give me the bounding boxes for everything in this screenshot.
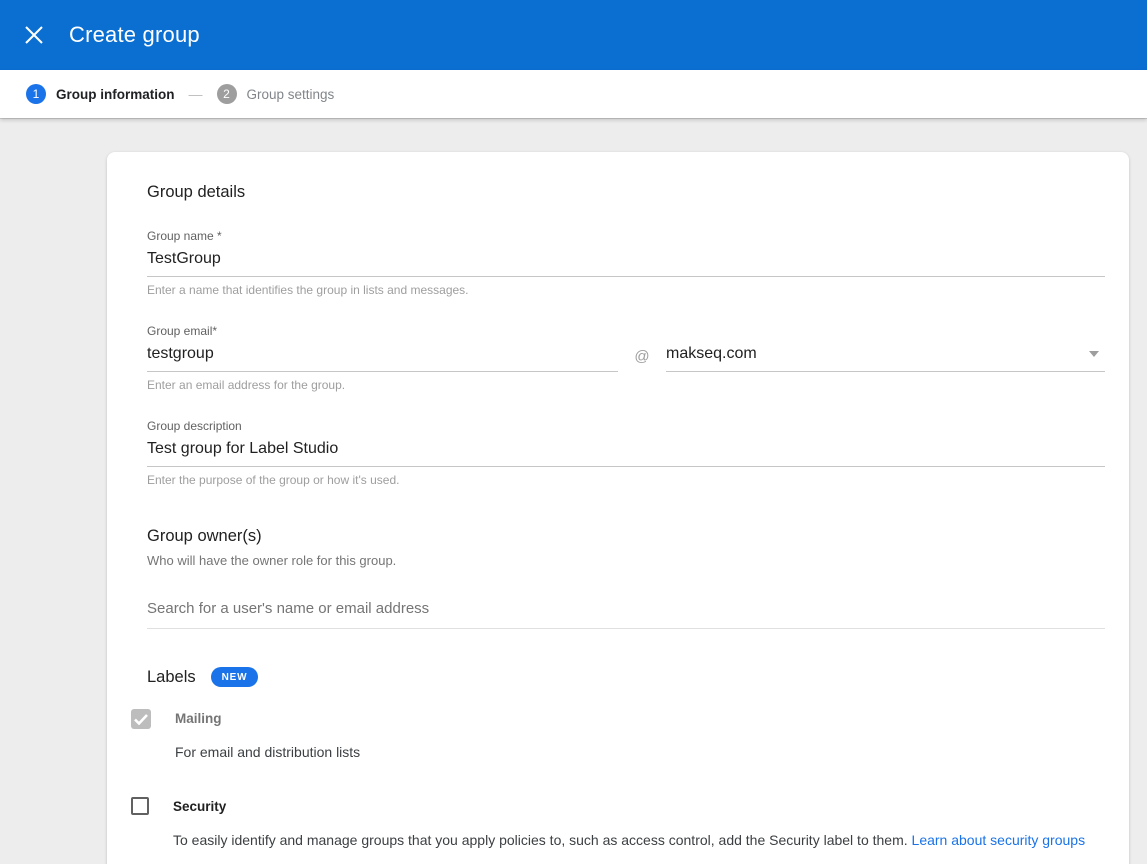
security-description: To easily identify and manage groups tha…: [173, 830, 1105, 850]
group-owners-section: Group owner(s) Who will have the owner r…: [147, 527, 1105, 629]
group-description-label: Group description: [147, 419, 1105, 433]
group-form-card: Group details Group name * Enter a name …: [107, 152, 1129, 864]
step-1-label: Group information: [56, 87, 175, 102]
page-title: Create group: [69, 22, 200, 48]
group-description-input[interactable]: [147, 433, 1105, 467]
group-email-label: Group email*: [147, 324, 618, 338]
security-description-text: To easily identify and manage groups tha…: [173, 832, 908, 848]
security-checkbox[interactable]: [131, 797, 149, 815]
labels-section: Labels NEW Mailing For email and distrib…: [147, 667, 1105, 864]
group-name-label: Group name *: [147, 229, 1105, 243]
mailing-title: Mailing: [175, 711, 1105, 726]
close-icon[interactable]: [22, 23, 46, 47]
group-description-helper: Enter the purpose of the group or how it…: [147, 473, 1105, 487]
group-owners-helper: Who will have the owner role for this gr…: [147, 553, 1105, 568]
step-group-information[interactable]: 1 Group information: [26, 84, 175, 104]
labels-heading: Labels: [147, 668, 196, 687]
content-area: Group details Group name * Enter a name …: [0, 118, 1147, 864]
group-name-helper: Enter a name that identifies the group i…: [147, 283, 1105, 297]
new-badge: NEW: [211, 667, 259, 687]
mailing-checkbox-checked: [131, 709, 151, 729]
group-email-input[interactable]: [147, 338, 618, 372]
security-title: Security: [173, 799, 1105, 814]
appbar: Create group: [0, 0, 1147, 70]
step-2-circle: 2: [217, 84, 237, 104]
step-2-label: Group settings: [247, 87, 335, 102]
group-description-field: Group description Enter the purpose of t…: [147, 419, 1105, 487]
learn-about-security-groups-link[interactable]: Learn about security groups: [912, 832, 1086, 848]
at-sign: @: [618, 348, 666, 392]
step-group-settings[interactable]: 2 Group settings: [217, 84, 335, 104]
mailing-label-row: Mailing For email and distribution lists: [131, 708, 1105, 762]
group-owners-heading: Group owner(s): [147, 527, 1105, 546]
domain-select[interactable]: makseq.com: [666, 338, 1105, 372]
stepper: 1 Group information — 2 Group settings: [0, 70, 1147, 118]
security-label-row: Security To easily identify and manage g…: [131, 796, 1105, 864]
owner-search-input[interactable]: [147, 592, 1105, 629]
step-1-circle: 1: [26, 84, 46, 104]
domain-select-value: makseq.com: [666, 345, 757, 363]
dropdown-arrow-icon: [1089, 351, 1099, 357]
step-separator: —: [189, 86, 203, 102]
group-name-input[interactable]: [147, 243, 1105, 277]
group-email-row: Group email* Enter an email address for …: [147, 324, 1105, 392]
mailing-description: For email and distribution lists: [175, 742, 1105, 762]
group-name-field: Group name * Enter a name that identifie…: [147, 229, 1105, 297]
group-email-helper: Enter an email address for the group.: [147, 378, 618, 392]
group-details-heading: Group details: [147, 183, 1105, 202]
